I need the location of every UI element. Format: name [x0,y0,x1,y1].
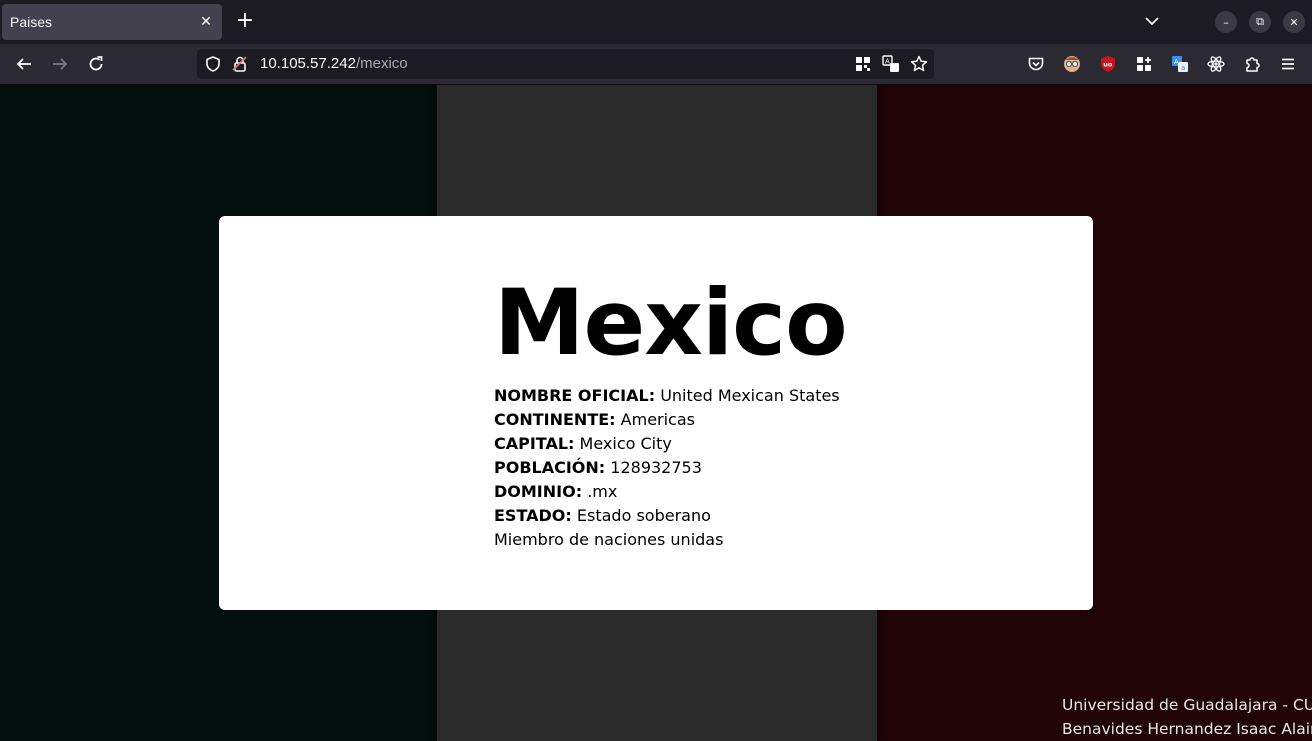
tab-strip: Paises ✕ + – ⧉ ✕ [0,0,1312,44]
country-card: Mexico NOMBRE OFICIAL: United Mexican St… [219,216,1093,610]
footer-university: Universidad de Guadalajara - CUCEI [1062,696,1312,714]
menu-icon[interactable] [1278,54,1298,74]
url-path: /mexico [355,55,408,72]
translator-extension-icon[interactable]: Aa [1170,54,1190,74]
domain-value: .mx [587,482,618,501]
browser-tab[interactable]: Paises ✕ [2,4,222,40]
restore-button[interactable]: ⧉ [1249,11,1271,33]
close-tab-icon[interactable]: ✕ [198,14,214,30]
react-devtools-icon[interactable] [1206,54,1226,74]
reload-icon[interactable] [86,54,106,74]
svg-text:A: A [885,58,890,66]
url-text[interactable]: 10.105.57.242/mexico [260,55,408,72]
official-name-row: NOMBRE OFICIAL: United Mexican States [494,384,840,408]
domain-label: DOMINIO: [494,482,583,501]
official-name-value: United Mexican States [660,386,840,405]
ublock-icon[interactable]: uo [1098,54,1118,74]
close-window-button[interactable]: ✕ [1283,11,1305,33]
status-row: ESTADO: Estado soberano [494,504,840,528]
status-label: ESTADO: [494,506,572,525]
forward-arrow-icon[interactable] [50,54,70,74]
navigation-toolbar: 10.105.57.242/mexico A uo Aa [0,44,1312,85]
domain-row: DOMINIO: .mx [494,480,840,504]
svg-text:uo: uo [1103,61,1113,69]
continent-label: CONTINENTE: [494,410,616,429]
new-tab-button[interactable]: + [234,10,256,32]
back-arrow-icon[interactable] [14,54,34,74]
extensions-puzzle-icon[interactable] [1242,54,1262,74]
translate-icon[interactable]: A [881,54,901,74]
continent-value: Americas [620,410,695,429]
population-label: POBLACIÓN: [494,458,606,477]
population-row: POBLACIÓN: 128932753 [494,456,840,480]
bookmark-star-icon[interactable] [909,54,929,74]
url-bar[interactable]: 10.105.57.242/mexico A [197,49,934,79]
capital-value: Mexico City [579,434,672,453]
url-host: 10.105.57.242 [260,55,356,72]
extension-grid-icon[interactable] [1134,54,1154,74]
country-name: Mexico [494,271,848,376]
capital-label: CAPITAL: [494,434,575,453]
chevron-down-icon[interactable] [1143,12,1161,30]
continent-row: CONTINENTE: Americas [494,408,840,432]
shield-icon[interactable] [203,54,223,74]
tab-title: Paises [10,14,53,30]
svg-text:A: A [1174,58,1179,66]
qr-code-icon[interactable] [853,54,873,74]
status-value: Estado soberano [576,506,711,525]
page-viewport: Mexico NOMBRE OFICIAL: United Mexican St… [0,85,1312,741]
insecure-lock-icon[interactable] [230,54,250,74]
official-name-label: NOMBRE OFICIAL: [494,386,656,405]
un-member-text: Miembro de naciones unidas [494,530,724,549]
svg-text:a: a [1181,64,1185,72]
footer-author: Benavides Hernandez Isaac Alain [1062,720,1312,738]
capital-row: CAPITAL: Mexico City [494,432,840,456]
page-footer: Universidad de Guadalajara - CUCEI Benav… [1062,693,1312,741]
minimize-button[interactable]: – [1215,11,1237,33]
pocket-icon[interactable] [1026,54,1046,74]
population-value: 128932753 [610,458,702,477]
country-info: NOMBRE OFICIAL: United Mexican States CO… [494,384,840,552]
extension-avatar-icon[interactable] [1062,54,1082,74]
